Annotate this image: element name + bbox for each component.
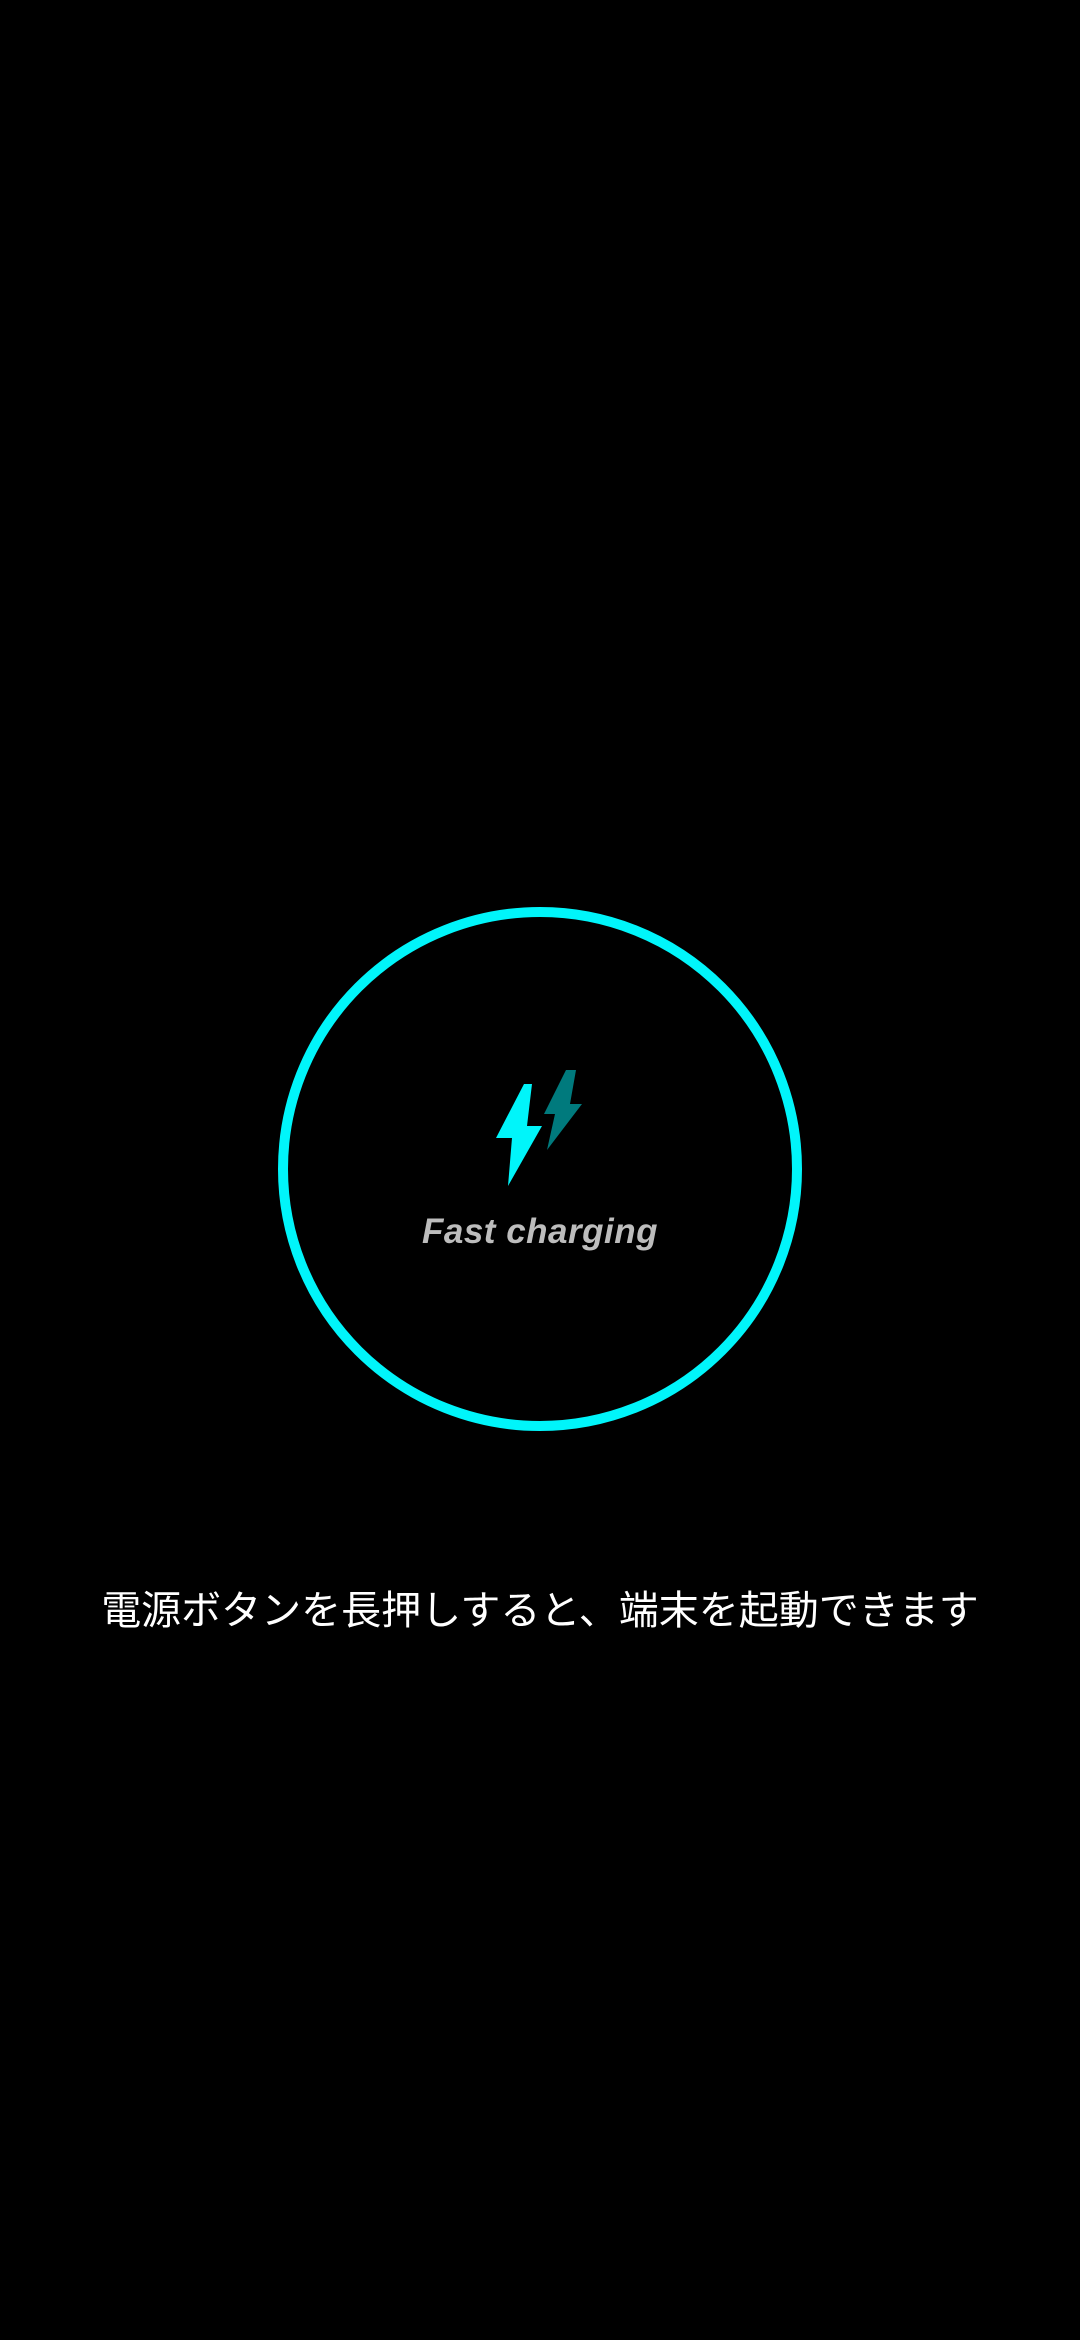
bolt-primary-icon [496, 1084, 542, 1186]
fast-charging-icon [496, 1070, 582, 1186]
charging-status-label: Fast charging [422, 1212, 658, 1251]
bolt-secondary-icon [544, 1070, 582, 1150]
power-button-hint: 電源ボタンを長押しすると、端末を起動できます [101, 1588, 979, 1634]
charging-screen: Fast charging 電源ボタンを長押しすると、端末を起動できます [0, 0, 1080, 2340]
